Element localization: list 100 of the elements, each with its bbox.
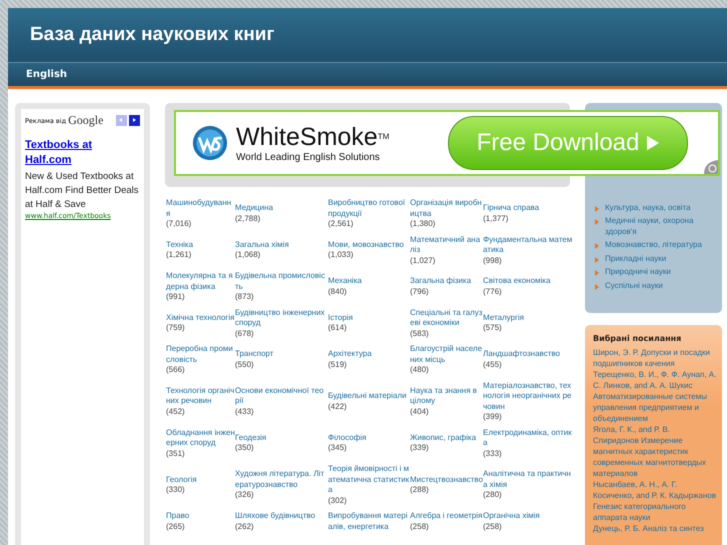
book-count: (1,033)	[328, 250, 354, 261]
book-count: (262)	[235, 522, 254, 532]
next-icon[interactable]	[129, 115, 140, 126]
site-title: База даних наукових книг	[30, 24, 274, 46]
category-link[interactable]: Математичний аналіз	[410, 234, 483, 256]
book-count: (614)	[328, 323, 347, 334]
category-link[interactable]: Електродинаміка, оптика	[483, 428, 573, 448]
category-link[interactable]: Транспорт	[235, 349, 274, 360]
category-link[interactable]: Мови, мовознавство	[328, 240, 404, 250]
book-count: (265)	[166, 522, 185, 532]
category-link[interactable]: Право	[166, 511, 190, 522]
tagline: World Leading English Solutions	[236, 152, 381, 162]
category-link[interactable]: Основи економічної теорії	[235, 386, 328, 407]
section-link[interactable]: Медичні науки, охорона здоров'я	[605, 216, 716, 237]
section-link[interactable]: Прикладні науки	[605, 254, 666, 264]
bullet-icon	[595, 270, 599, 276]
category-link[interactable]: Виробництво готової продукції	[328, 198, 410, 219]
info-icon[interactable]	[704, 160, 718, 174]
book-count: (1,068)	[235, 250, 260, 261]
bullet-icon	[595, 206, 599, 212]
category-link[interactable]: Медицина	[235, 203, 274, 214]
bullet-icon	[595, 256, 599, 262]
category-link[interactable]: Випробування матеріалів, енергетика	[328, 511, 410, 532]
category-link[interactable]: Геологія	[166, 474, 197, 485]
category-link[interactable]: Організація виробництва	[410, 198, 483, 219]
book-count: (1,377)	[483, 214, 508, 224]
book-count: (452)	[166, 406, 185, 418]
book-count: (7,016)	[166, 219, 192, 230]
section-link[interactable]: Культура, наука, освіта	[605, 202, 691, 213]
book-count: (2,788)	[235, 214, 260, 224]
category-link[interactable]: Мистецтвознавство	[410, 474, 483, 485]
section-link[interactable]: Природничі науки	[605, 267, 671, 278]
book-count: (1,027)	[410, 256, 436, 266]
section-link[interactable]: Мовознавство, література	[605, 240, 702, 250]
play-icon	[647, 135, 660, 151]
category-link[interactable]: Спеціальні та галузеві економіки	[410, 308, 483, 328]
category-link[interactable]: Металургія	[483, 312, 524, 324]
book-count: (339)	[410, 443, 429, 454]
book-count: (258)	[483, 522, 502, 532]
book-count: (759)	[166, 323, 185, 334]
book-count: (280)	[483, 490, 502, 501]
category-link[interactable]: Гірнича справа	[483, 203, 540, 214]
category-link[interactable]: Переробна промисловість	[166, 344, 235, 365]
category-link[interactable]: Архітектура	[328, 349, 372, 360]
category-link[interactable]: Історія	[328, 312, 353, 324]
book-link[interactable]: Терещенко, В. И., Ф. Ф. Аунап, А. С. Линков, and А. А. Шукис Автоматизированные системы управления предприятием и объединением	[593, 369, 717, 424]
book-count: (302)	[328, 496, 347, 506]
book-count: (1,380)	[410, 219, 436, 230]
book-link[interactable]: Широн, Э. Р. Допуски и посадки подшипников качения	[593, 347, 717, 369]
category-link[interactable]: Художня література. Літературознавство	[235, 469, 328, 490]
category-link[interactable]: Геодезія	[235, 432, 266, 444]
book-count: (873)	[235, 292, 254, 302]
book-count: (455)	[483, 360, 502, 370]
category-link[interactable]: Аналітична та практична хімія	[483, 469, 573, 490]
category-link[interactable]: Ландшафтознавство	[483, 349, 560, 360]
book-link[interactable]: Дунець, Р. Б. Аналіз та синтез	[593, 523, 717, 534]
book-link[interactable]: Нысанбаев, А. Н., А. Г. Косиченко, and Р. К. Кадыржанов Генезис категориального аппарата науки	[593, 479, 717, 523]
nav-link[interactable]: English	[26, 69, 68, 80]
category-link[interactable]: Органічна хімія	[483, 511, 540, 522]
category-link[interactable]: Молекулярна та ядерна фізика	[166, 271, 235, 292]
category-link[interactable]: Загальна хімія	[235, 240, 289, 250]
category-link[interactable]: Світова економіка	[483, 276, 550, 287]
category-link[interactable]: Наука та знання в цілому	[410, 386, 483, 407]
bullet-icon	[595, 284, 599, 290]
bullet-icon	[595, 219, 599, 225]
book-count: (550)	[235, 360, 254, 370]
category-link[interactable]: Хімічна технологія	[166, 312, 234, 324]
book-count: (480)	[410, 365, 429, 376]
book-count: (566)	[166, 365, 185, 376]
book-count: (2,561)	[328, 219, 354, 230]
category-link[interactable]: Механіка	[328, 276, 362, 287]
category-link[interactable]: Фундаментальна математика	[483, 234, 573, 256]
category-link[interactable]: Теорія ймовірності і математична статистика	[328, 464, 410, 496]
book-count: (333)	[483, 448, 502, 459]
book-link[interactable]: Ягола, Г. К., and Р. В. Спиридонов Измерение магнитных характеристик современных магнитотвердых материалов	[593, 424, 717, 479]
ad-banner[interactable]: WhiteSmoke$^{TM}$ World Leading English Solutions Free Download	[174, 110, 720, 176]
category-link[interactable]: Шляхове будівництво	[235, 511, 316, 522]
category-link[interactable]: Техніка	[166, 240, 194, 250]
book-count: (1,261)	[166, 250, 192, 261]
category-link[interactable]: Технологія органічних речовин	[166, 386, 235, 407]
book-count: (258)	[410, 522, 429, 532]
book-count: (776)	[483, 286, 502, 298]
ad-brand: Google	[68, 113, 104, 128]
ad-link[interactable]: Textbooks at Half.com	[25, 138, 140, 168]
book-count: (840)	[328, 286, 347, 298]
category-link[interactable]: Будівельні матеріали	[328, 391, 406, 402]
category-link[interactable]: Машинобудування	[166, 198, 235, 219]
category-link[interactable]: Матеріалознавство, технологія неорганічних речовин	[483, 380, 573, 412]
category-link[interactable]: Будівельна промисловість	[235, 271, 328, 292]
category-link[interactable]: Живопис, графіка	[410, 432, 476, 444]
category-link[interactable]: Алгебра і геометрія	[410, 511, 482, 522]
ad-text: New & Used Textbooks at Half.com Find Better Deals at Half & Save	[25, 170, 140, 212]
category-link[interactable]: Обладнання інженерних споруд	[166, 428, 235, 448]
section-link[interactable]: Суспільні науки	[605, 280, 663, 291]
book-count: (399)	[483, 412, 502, 422]
book-count: (330)	[166, 485, 185, 496]
category-link[interactable]: Філософія	[328, 432, 366, 444]
category-link[interactable]: Будівництво інженерних споруд	[235, 308, 328, 328]
category-link[interactable]: Благоустрій населених місць	[410, 344, 483, 365]
category-link[interactable]: Загальна фізика	[410, 276, 472, 287]
